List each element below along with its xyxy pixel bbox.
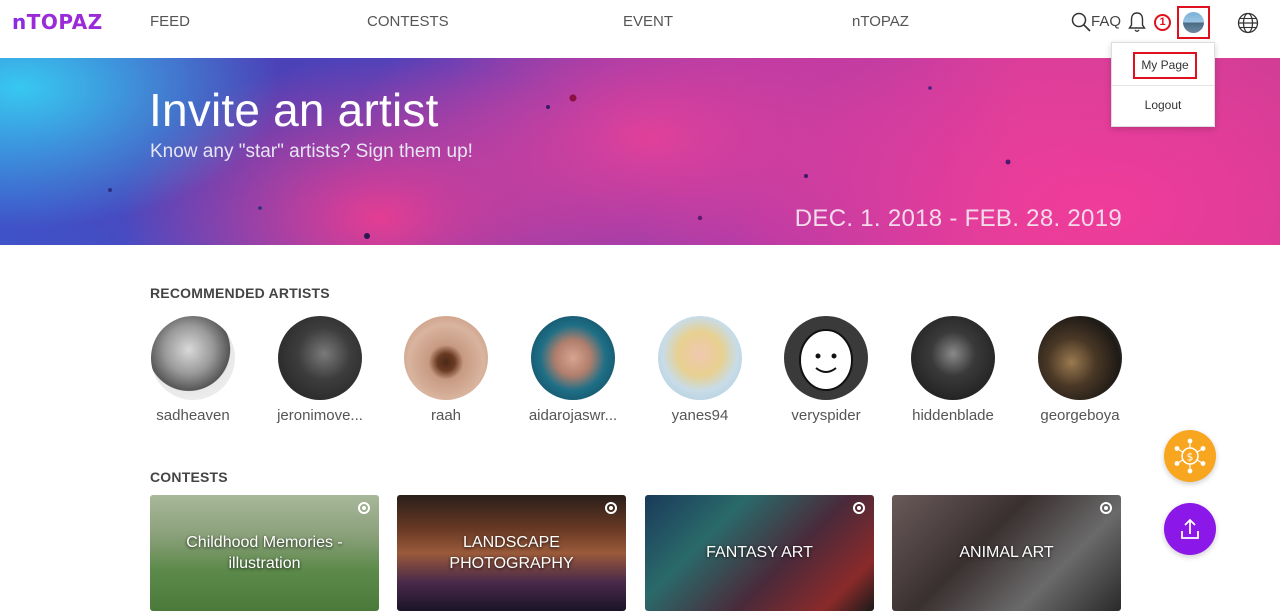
radio-icon[interactable] (1100, 502, 1112, 514)
faq-link[interactable]: FAQ (1091, 13, 1121, 30)
banner-date-range: DEC. 1. 2018 - FEB. 28. 2019 (794, 205, 1122, 232)
top-navigation-bar: nTOPAZ FEED CONTESTS EVENT nTOPAZ FAQ 1 (0, 0, 1280, 58)
contest-card[interactable]: ANIMAL ART (892, 495, 1121, 611)
nav-feed[interactable]: FEED (150, 13, 190, 30)
artist-name[interactable]: jeronimove... (275, 407, 365, 424)
artist-item[interactable]: georgeboya (1035, 316, 1125, 424)
svg-text:$: $ (1187, 451, 1194, 464)
step-1-marker: 1 (1154, 14, 1171, 31)
banner-subtitle: Know any "star" artists? Sign them up! (150, 141, 473, 162)
ntopaz-logo[interactable]: nTOPAZ (12, 10, 103, 34)
logo-n: n (12, 10, 27, 34)
nav-contests[interactable]: CONTESTS (367, 13, 449, 30)
bell-icon[interactable] (1127, 11, 1147, 33)
contest-card[interactable]: LANDSCAPE PHOTOGRAPHY (397, 495, 626, 611)
artist-name[interactable]: aidarojaswr... (528, 407, 618, 424)
radio-icon[interactable] (605, 502, 617, 514)
artist-name[interactable]: sadheaven (148, 407, 238, 424)
contest-label-line2: illustration (228, 555, 301, 572)
artist-name[interactable]: yanes94 (655, 407, 745, 424)
artist-avatar[interactable] (278, 316, 362, 400)
profile-dropdown-menu: My Page Logout (1111, 42, 1215, 127)
artist-name[interactable]: hiddenblade (908, 407, 998, 424)
artist-avatar[interactable] (658, 316, 742, 400)
profile-avatar-button[interactable] (1177, 6, 1210, 39)
contests-title: CONTESTS (150, 469, 228, 485)
contest-label-line1: ANIMAL ART (959, 544, 1054, 561)
contest-label-line2: PHOTOGRAPHY (449, 555, 574, 572)
artist-avatar[interactable] (784, 316, 868, 400)
artist-avatar[interactable] (531, 316, 615, 400)
artist-name[interactable]: raah (401, 407, 491, 424)
logout-menu-item[interactable]: Logout (1112, 98, 1214, 112)
artist-item[interactable]: hiddenblade (908, 316, 998, 424)
radio-icon[interactable] (853, 502, 865, 514)
artist-item[interactable]: aidarojaswr... (528, 316, 618, 424)
coin-network-icon: $ (1174, 438, 1206, 474)
radio-icon[interactable] (358, 502, 370, 514)
avatar (1183, 12, 1204, 33)
artist-item[interactable]: raah (401, 316, 491, 424)
contests-list: Childhood Memories - illustration LANDSC… (150, 495, 1122, 616)
recommended-artists-list: sadheaven jeronimove... raah aidarojaswr… (148, 316, 1123, 426)
artist-item[interactable]: veryspider (781, 316, 871, 424)
artist-item[interactable]: sadheaven (148, 316, 238, 424)
contest-card[interactable]: FANTASY ART (645, 495, 874, 611)
recommended-artists-title: RECOMMENDED ARTISTS (150, 285, 330, 301)
logo-text: TOPAZ (26, 10, 103, 34)
artist-item[interactable]: yanes94 (655, 316, 745, 424)
upload-icon (1181, 518, 1199, 539)
artist-avatar[interactable] (911, 316, 995, 400)
artist-avatar[interactable] (151, 316, 235, 400)
banner-title: Invite an artist (149, 84, 439, 136)
search-icon[interactable] (1071, 12, 1091, 32)
nav-ntopaz[interactable]: nTOPAZ (852, 13, 909, 30)
upload-fab-button[interactable] (1164, 503, 1216, 555)
invite-artist-banner[interactable]: Invite an artist Know any "star" artists… (0, 58, 1280, 245)
contest-label-line1: Childhood Memories - (186, 534, 343, 551)
artist-item[interactable]: jeronimove... (275, 316, 365, 424)
menu-divider (1112, 85, 1214, 86)
globe-icon[interactable] (1237, 12, 1259, 34)
nav-event[interactable]: EVENT (623, 13, 673, 30)
artist-avatar[interactable] (1038, 316, 1122, 400)
artist-avatar[interactable] (404, 316, 488, 400)
contest-card[interactable]: Childhood Memories - illustration (150, 495, 379, 611)
contest-label-line1: LANDSCAPE (463, 534, 560, 551)
artist-name[interactable]: veryspider (781, 407, 871, 424)
artist-name[interactable]: georgeboya (1035, 407, 1125, 424)
rewards-fab-button[interactable]: $ (1164, 430, 1216, 482)
smiley-face-icon (799, 329, 853, 391)
contest-label-line1: FANTASY ART (706, 544, 813, 561)
my-page-menu-item[interactable]: My Page (1133, 52, 1197, 79)
